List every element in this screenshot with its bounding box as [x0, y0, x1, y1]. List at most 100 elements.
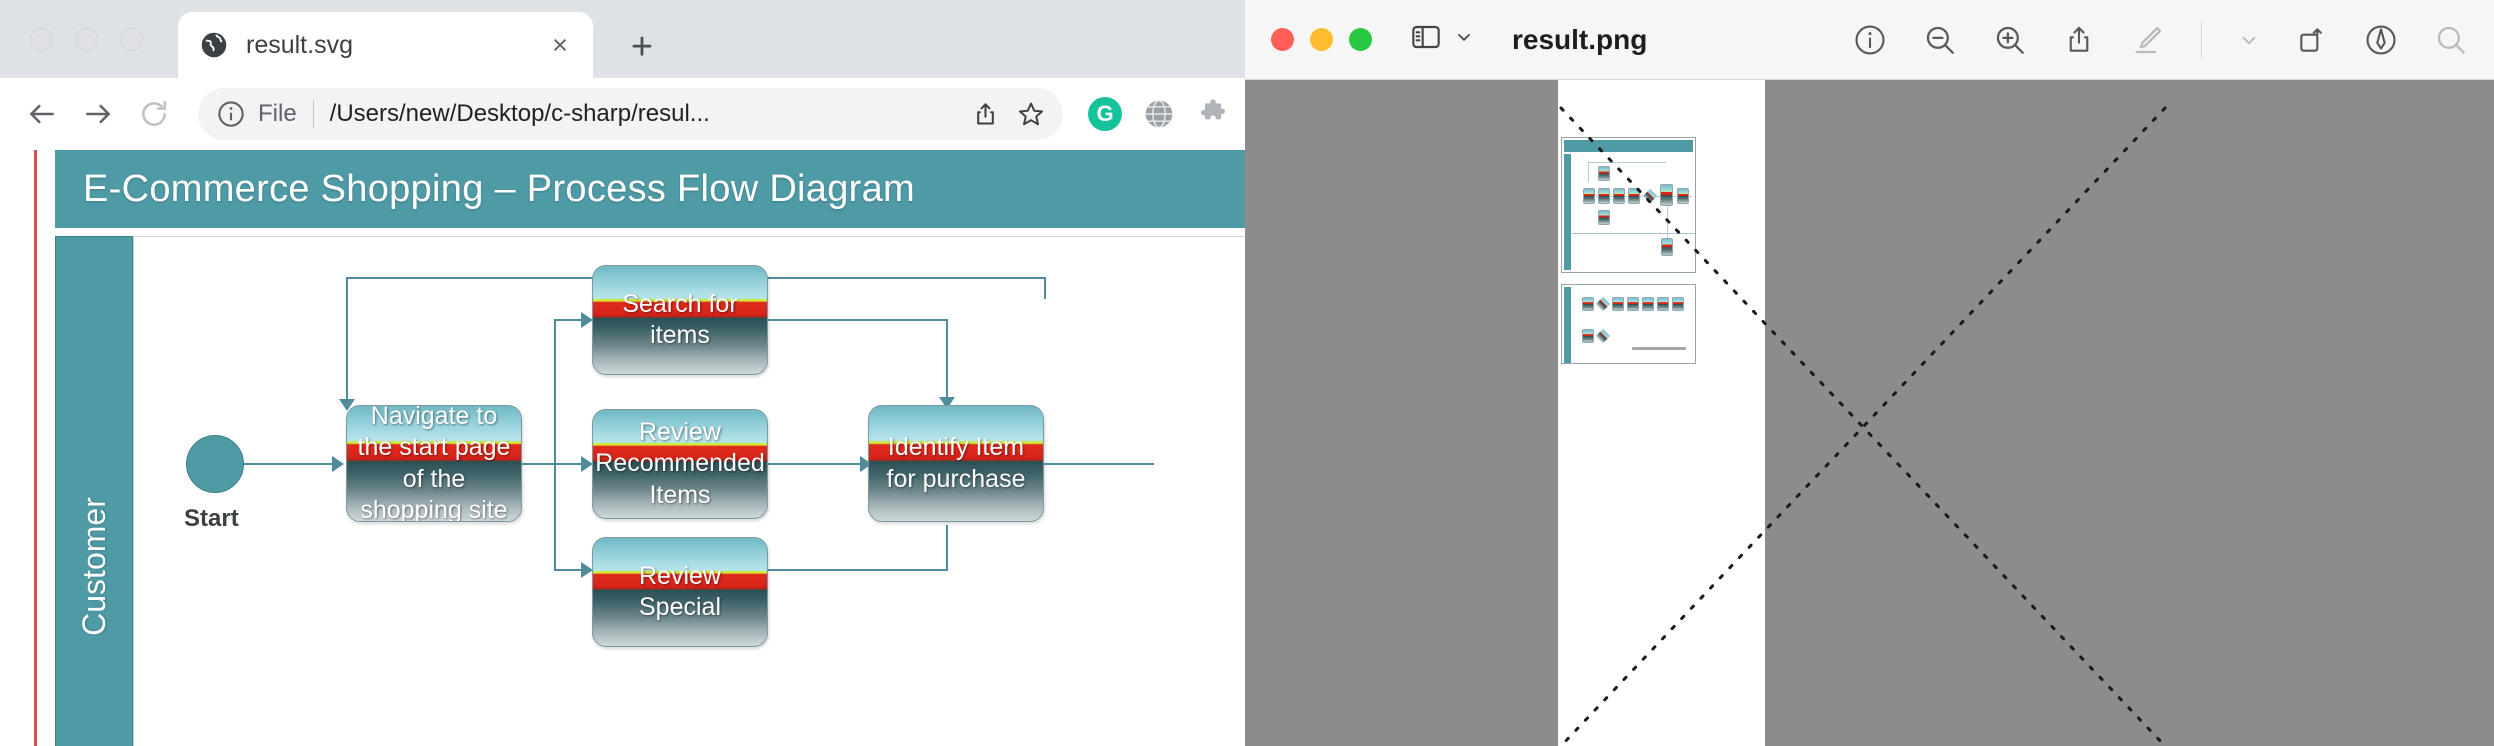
zoom-in-button[interactable] [1993, 23, 2027, 57]
connector-loop-right [1044, 277, 1046, 299]
new-tab-button[interactable]: + [617, 22, 667, 72]
crop-marks-overlay [1559, 106, 2167, 746]
tab-close-icon[interactable]: × [543, 28, 577, 62]
connector-loop-down [346, 277, 348, 405]
connector-special-merge [768, 569, 948, 571]
connector-navigate-out [522, 463, 554, 465]
markup-chevron[interactable] [2238, 29, 2260, 51]
thumb-caption [1632, 347, 1686, 350]
rotate-button[interactable] [2296, 24, 2328, 56]
thumb-node [1677, 188, 1689, 204]
thumb-decision [1595, 296, 1611, 312]
connector-start-navigate [244, 463, 342, 465]
zoom-out-button[interactable] [1923, 23, 1957, 57]
thumb-node [1612, 297, 1624, 311]
flowchart-thumbnail-bottom [1561, 284, 1696, 364]
globe-icon [200, 31, 228, 59]
reload-icon[interactable] [126, 86, 182, 142]
minimize-button[interactable] [1310, 28, 1333, 51]
thumb-node [1642, 297, 1654, 311]
annotate-button[interactable] [2364, 23, 2398, 57]
zoom-button[interactable] [1349, 28, 1372, 51]
star-icon[interactable] [1011, 94, 1051, 134]
connector-recommended-merge [768, 463, 868, 465]
connector-merge-down [946, 319, 948, 403]
thumb-node [1582, 297, 1594, 311]
zoom-button[interactable] [120, 28, 143, 51]
share-button[interactable] [2063, 24, 2095, 56]
browser-window-controls[interactable] [30, 28, 143, 51]
thumb-node [1583, 188, 1595, 204]
browser-toolbar: File /Users/new/Desktop/c-sharp/resul...… [0, 78, 1245, 150]
thumb-title-bar [1564, 140, 1693, 152]
chevron-down-icon[interactable] [1454, 27, 1474, 52]
connector-identify-out [1044, 463, 1154, 465]
url-text[interactable]: /Users/new/Desktop/c-sharp/resul... [330, 100, 959, 128]
close-button[interactable] [1271, 28, 1294, 51]
url-scheme-label: File [258, 100, 297, 127]
preview-window-controls[interactable] [1271, 28, 1372, 51]
grammarly-extension-icon[interactable]: G [1087, 96, 1123, 132]
connector-merge-up [946, 525, 948, 569]
thumb-node [1628, 188, 1640, 204]
node-search-label: Search for items [622, 289, 738, 350]
preview-toolbar [1853, 20, 2468, 59]
node-navigate[interactable]: Navigate to the start page of the shoppi… [346, 405, 522, 522]
swimlane-header-customer: Customer [55, 236, 133, 746]
swimlane-label: Customer [75, 496, 112, 636]
thumb-swimlane [1564, 154, 1571, 270]
svg-document-viewport[interactable]: E-Commerce Shopping – Process Flow Diagr… [0, 150, 1245, 746]
node-review-special-label: Review Special [639, 561, 721, 622]
markup-button[interactable] [2131, 23, 2165, 57]
globe-extension-icon[interactable] [1141, 96, 1177, 132]
screen: result.svg × + File /Users/new/Desktop/c… [0, 0, 2494, 746]
thumb-swimlane [1564, 287, 1571, 363]
thumb-node [1657, 297, 1669, 311]
node-search[interactable]: Search for items [592, 265, 768, 375]
node-review-recommended[interactable]: Review Recommended Items [592, 409, 768, 519]
thumb-node [1660, 184, 1673, 206]
thumb-node [1598, 210, 1610, 225]
minimize-button[interactable] [75, 28, 98, 51]
extensions-puzzle-icon[interactable] [1195, 96, 1231, 132]
thumb-node [1613, 188, 1625, 204]
browser-tab[interactable]: result.svg × [178, 12, 593, 78]
preview-document-title: result.png [1512, 23, 1648, 55]
close-button[interactable] [30, 28, 53, 51]
browser-tabstrip: result.svg × + [0, 0, 1245, 78]
thumb-node [1627, 297, 1639, 311]
omnibox-divider [312, 100, 314, 128]
info-button[interactable] [1853, 23, 1887, 57]
address-bar[interactable]: File /Users/new/Desktop/c-sharp/resul... [198, 88, 1063, 140]
thumb-node [1672, 297, 1684, 311]
diagram-page: E-Commerce Shopping – Process Flow Diagr… [34, 150, 1245, 746]
arrowhead-navigate [332, 456, 344, 472]
sidebar-toggle-button[interactable] [1410, 21, 1474, 58]
node-identify-label: Identify Item for purchase [886, 433, 1026, 493]
connector-search-merge [768, 319, 948, 321]
extension-icons: G [1073, 96, 1231, 132]
forward-arrow-icon[interactable] [70, 86, 126, 142]
thumb-decision [1642, 188, 1658, 204]
thumb-node [1661, 238, 1673, 256]
thumb-node [1598, 166, 1610, 181]
info-circle-icon[interactable] [216, 99, 246, 129]
flowchart-thumbnail-top [1561, 137, 1696, 273]
thumb-connector [1588, 162, 1666, 163]
node-identify[interactable]: Identify Item for purchase [868, 405, 1044, 522]
node-review-special[interactable]: Review Special [592, 537, 768, 647]
share-icon[interactable] [965, 94, 1005, 134]
preview-titlebar: result.png [1245, 0, 2494, 80]
search-button[interactable] [2434, 23, 2468, 57]
page-title: E-Commerce Shopping – Process Flow Diagr… [83, 167, 916, 210]
diagram-title-banner: E-Commerce Shopping – Process Flow Diagr… [55, 150, 1245, 228]
start-label: Start [184, 505, 239, 532]
back-arrow-icon[interactable] [14, 86, 70, 142]
chrome-browser-window: result.svg × + File /Users/new/Desktop/c… [0, 0, 1245, 746]
thumb-decision [1595, 328, 1611, 344]
preview-document-canvas[interactable] [1245, 80, 2494, 746]
thumb-node [1582, 329, 1594, 343]
node-navigate-label: Navigate to the start page of the shoppi… [357, 405, 511, 522]
grammarly-badge: G [1088, 97, 1122, 131]
swimlane-body: Start Navigate to the start page of the … [133, 236, 1245, 746]
